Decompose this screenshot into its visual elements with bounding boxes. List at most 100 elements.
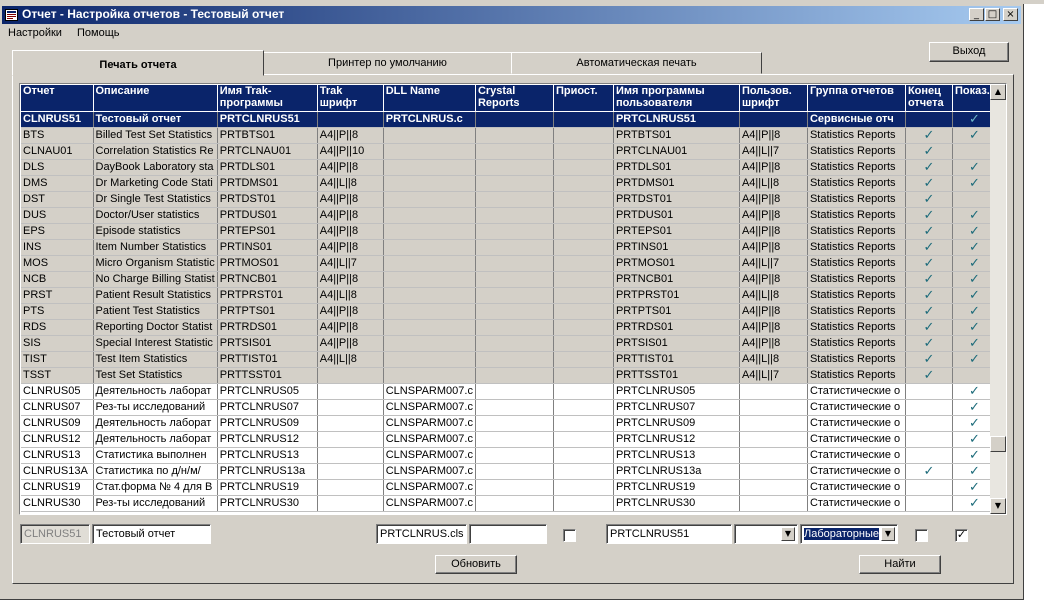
cell-trak-program[interactable]: PRTSIS01: [217, 335, 318, 352]
cell-trak-program[interactable]: PRTBTS01: [217, 127, 318, 144]
cell-trak-program[interactable]: PRTTIST01: [217, 351, 318, 368]
tab-default-printer[interactable]: Принтер по умолчанию: [262, 52, 513, 74]
cell-crystal-reports[interactable]: [475, 111, 554, 128]
table-row[interactable]: MOS Micro Organism Statistic PRTMOS01 A4||L…: [21, 255, 997, 272]
cell-report[interactable]: NCB: [21, 271, 94, 288]
table-row[interactable]: CLNRUS09 Деятельность лаборат PRTCLNRUS09 C…: [21, 415, 997, 432]
cell-user-font[interactable]: A4||P||8: [739, 303, 808, 320]
cell-report-group[interactable]: Статистические о: [807, 463, 906, 480]
cell-description[interactable]: Dr Marketing Code Stati: [93, 175, 218, 192]
cell-crystal-reports[interactable]: [475, 319, 554, 336]
table-row[interactable]: NCB No Charge Billing Statist PRTNCB01 A4||…: [21, 271, 997, 288]
cell-dll-name[interactable]: [383, 271, 476, 288]
cell-report-group[interactable]: Статистические о: [807, 495, 906, 512]
cell-user-program[interactable]: PRTTIST01: [613, 351, 740, 368]
cell-user-font[interactable]: [739, 415, 808, 432]
cell-trak-font[interactable]: [317, 399, 384, 416]
cell-user-program[interactable]: PRTNCB01: [613, 271, 740, 288]
cell-report-group[interactable]: Статистические о: [807, 431, 906, 448]
cell-description[interactable]: Micro Organism Statistic: [93, 255, 218, 272]
cell-report-group[interactable]: Statistics Reports: [807, 351, 906, 368]
cell-end-of-report-check[interactable]: ✓: [905, 255, 953, 272]
cell-dll-name[interactable]: [383, 159, 476, 176]
user-font-dropdown-arrow-icon[interactable]: ▼: [781, 527, 795, 541]
cell-paused[interactable]: [553, 143, 614, 160]
cell-crystal-reports[interactable]: [475, 367, 554, 384]
cell-crystal-reports[interactable]: [475, 383, 554, 400]
cell-user-program[interactable]: PRTCLNRUS19: [613, 479, 740, 496]
cell-report[interactable]: CLNAU01: [21, 143, 94, 160]
cell-description[interactable]: Reporting Doctor Statist: [93, 319, 218, 336]
cell-end-of-report-check[interactable]: [905, 447, 953, 464]
cell-report[interactable]: CLNRUS13A: [21, 463, 94, 480]
cell-trak-program[interactable]: PRTCLNAU01: [217, 143, 318, 160]
col-header-end-of-report[interactable]: Конец отчета: [905, 85, 953, 112]
cell-report[interactable]: DMS: [21, 175, 94, 192]
edit-report-group-combo[interactable]: Лабораторные ▼: [800, 524, 898, 544]
cell-description[interactable]: Статистика по д/н/м/: [93, 463, 218, 480]
cell-user-font[interactable]: A4||L||7: [739, 255, 808, 272]
cell-paused[interactable]: [553, 303, 614, 320]
title-bar[interactable]: Отчет - Настройка отчетов - Тестовый отч…: [2, 6, 1021, 24]
cell-report-group[interactable]: Statistics Reports: [807, 239, 906, 256]
cell-user-program[interactable]: PRTBTS01: [613, 127, 740, 144]
cell-description[interactable]: Стат.форма № 4 для В: [93, 479, 218, 496]
cell-dll-name[interactable]: CLNSPARM007.c: [383, 383, 476, 400]
table-row[interactable]: DMS Dr Marketing Code Stati PRTDMS01 A4||L|…: [21, 175, 997, 192]
report-group-dropdown-arrow-icon[interactable]: ▼: [881, 527, 895, 541]
edit-user-program-field[interactable]: PRTCLNRUS51: [606, 524, 732, 544]
cell-crystal-reports[interactable]: [475, 159, 554, 176]
cell-report-group[interactable]: Statistics Reports: [807, 175, 906, 192]
cell-dll-name[interactable]: PRTCLNRUS.c: [383, 111, 476, 128]
cell-dll-name[interactable]: [383, 351, 476, 368]
cell-trak-font[interactable]: A4||P||8: [317, 335, 384, 352]
cell-user-font[interactable]: [739, 495, 808, 512]
cell-user-program[interactable]: PRTCLNRUS51: [613, 111, 740, 128]
cell-paused[interactable]: [553, 431, 614, 448]
cell-report-group[interactable]: Statistics Reports: [807, 143, 906, 160]
cell-end-of-report-check[interactable]: [905, 431, 953, 448]
cell-user-program[interactable]: PRTCLNRUS12: [613, 431, 740, 448]
cell-trak-font[interactable]: A4||L||8: [317, 351, 384, 368]
cell-report-group[interactable]: Statistics Reports: [807, 271, 906, 288]
cell-user-program[interactable]: PRTPTS01: [613, 303, 740, 320]
cell-report[interactable]: CLNRUS05: [21, 383, 94, 400]
cell-user-font[interactable]: [739, 479, 808, 496]
table-row[interactable]: CLNRUS30 Рез-ты исследований PRTCLNRUS30 CL…: [21, 495, 997, 512]
cell-report-group[interactable]: Statistics Reports: [807, 319, 906, 336]
edit-show-checkbox[interactable]: ✓: [955, 529, 968, 542]
cell-description[interactable]: No Charge Billing Statist: [93, 271, 218, 288]
exit-button[interactable]: Выход: [929, 42, 1009, 62]
table-row[interactable]: CLNRUS07 Рез-ты исследований PRTCLNRUS07 CL…: [21, 399, 997, 416]
cell-report[interactable]: CLNRUS13: [21, 447, 94, 464]
edit-crystal-reports-field[interactable]: [469, 524, 547, 544]
cell-user-font[interactable]: A4||L||8: [739, 351, 808, 368]
cell-end-of-report-check[interactable]: ✓: [905, 303, 953, 320]
cell-dll-name[interactable]: [383, 303, 476, 320]
cell-trak-program[interactable]: PRTCLNRUS13: [217, 447, 318, 464]
cell-user-program[interactable]: PRTDST01: [613, 191, 740, 208]
cell-user-font[interactable]: [739, 383, 808, 400]
cell-paused[interactable]: [553, 367, 614, 384]
cell-report[interactable]: CLNRUS19: [21, 479, 94, 496]
edit-end-of-report-checkbox[interactable]: [915, 529, 928, 542]
cell-trak-font[interactable]: A4||P||8: [317, 223, 384, 240]
table-row[interactable]: CLNRUS05 Деятельность лаборат PRTCLNRUS05 C…: [21, 383, 997, 400]
cell-trak-font[interactable]: [317, 367, 384, 384]
cell-crystal-reports[interactable]: [475, 287, 554, 304]
cell-trak-font[interactable]: A4||P||10: [317, 143, 384, 160]
cell-crystal-reports[interactable]: [475, 463, 554, 480]
cell-user-program[interactable]: PRTCLNRUS05: [613, 383, 740, 400]
update-button[interactable]: Обновить: [435, 555, 517, 574]
cell-end-of-report-check[interactable]: [905, 383, 953, 400]
col-header-report-group[interactable]: Группа отчетов: [807, 85, 906, 112]
cell-description[interactable]: Dr Single Test Statistics: [93, 191, 218, 208]
cell-trak-program[interactable]: PRTCLNRUS51: [217, 111, 318, 128]
scroll-thumb[interactable]: [990, 436, 1006, 452]
cell-crystal-reports[interactable]: [475, 175, 554, 192]
cell-dll-name[interactable]: [383, 191, 476, 208]
cell-paused[interactable]: [553, 351, 614, 368]
cell-report[interactable]: PTS: [21, 303, 94, 320]
cell-description[interactable]: Correlation Statistics Re: [93, 143, 218, 160]
cell-trak-font[interactable]: [317, 447, 384, 464]
